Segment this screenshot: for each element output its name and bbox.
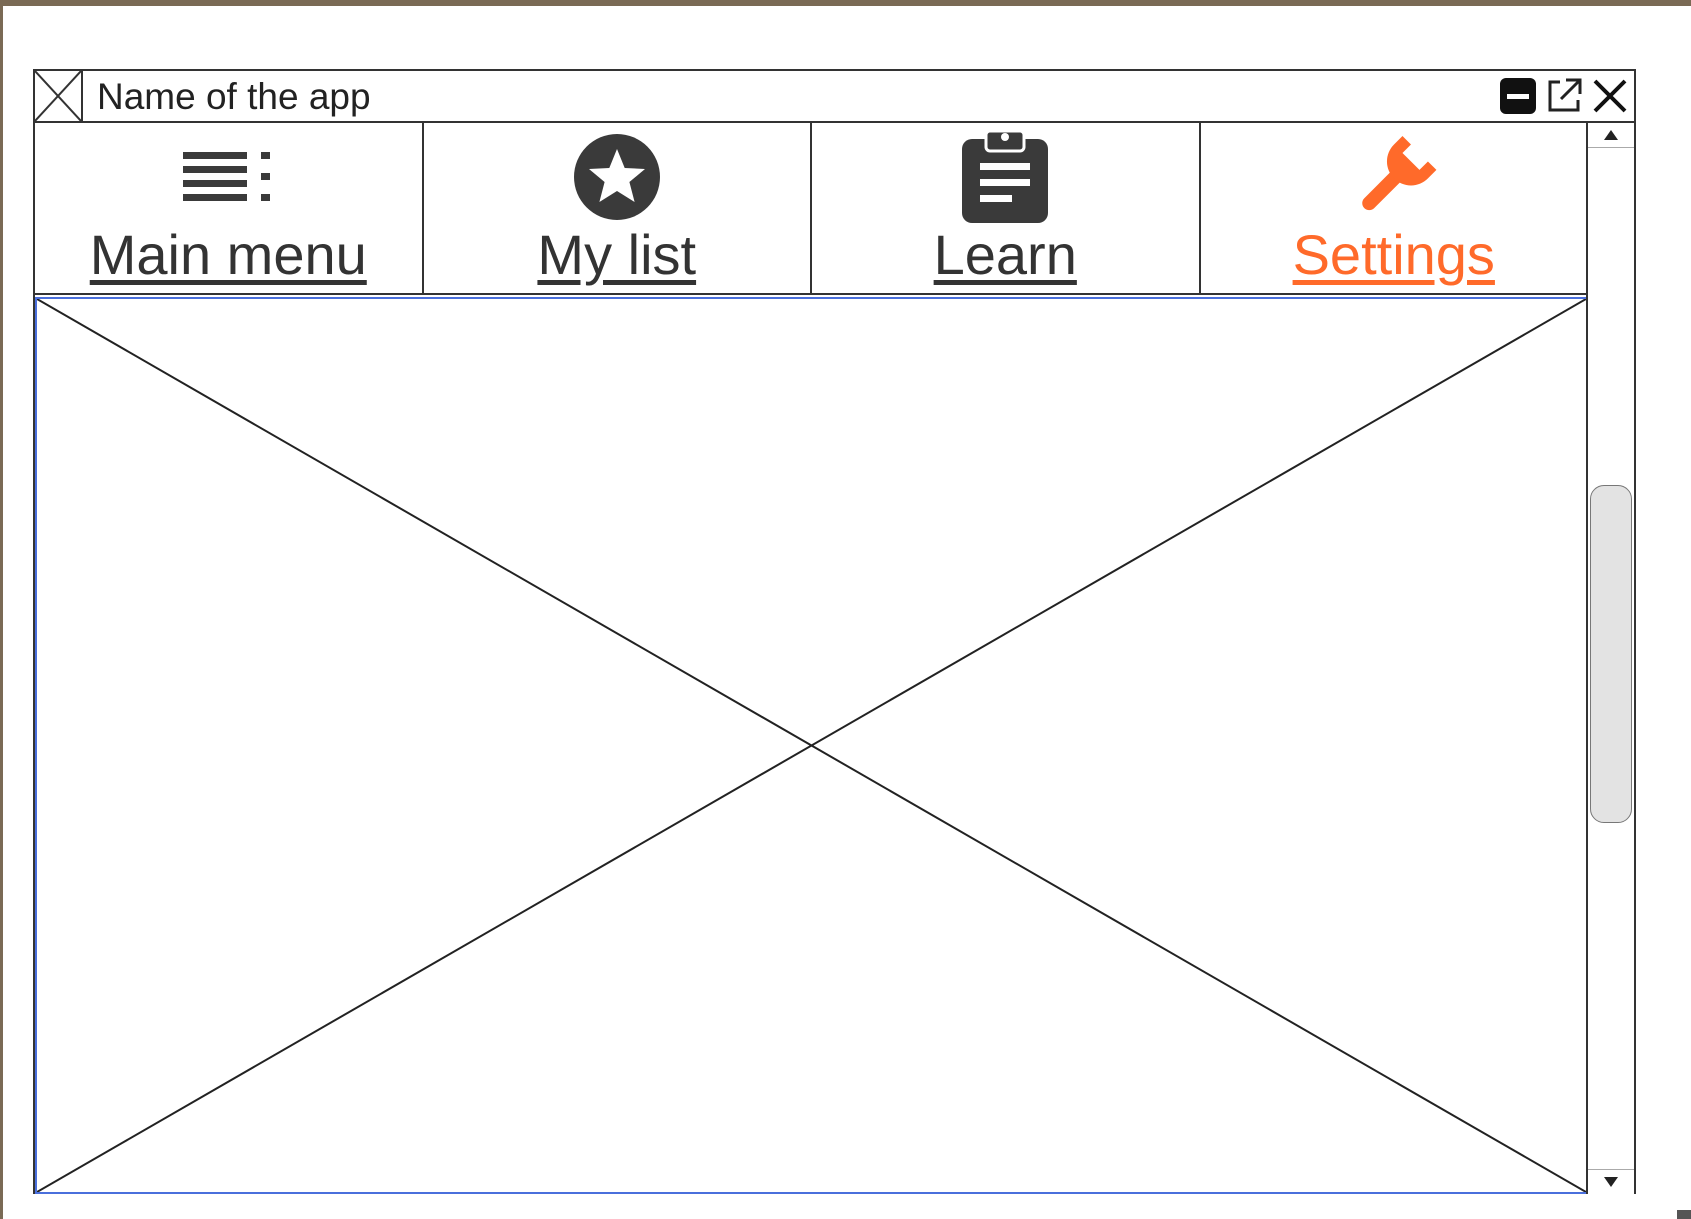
close-icon[interactable] <box>1590 76 1630 116</box>
minimize-icon[interactable] <box>1498 76 1538 116</box>
clipboard-icon <box>812 129 1199 223</box>
vertical-scrollbar[interactable] <box>1586 123 1634 1194</box>
window-controls <box>1498 75 1630 117</box>
nav-label-learn: Learn <box>933 223 1077 286</box>
left-rule <box>0 6 3 1219</box>
window-title: Name of the app <box>97 76 371 117</box>
title-bar: Name of the app <box>35 71 1634 123</box>
nav-label-my-list: My list <box>537 223 697 286</box>
top-rule <box>0 0 1691 6</box>
scroll-down-arrow-icon[interactable] <box>1588 1169 1634 1194</box>
nav-item-settings[interactable]: Settings <box>1201 123 1588 293</box>
nav-item-learn[interactable]: Learn <box>812 123 1201 293</box>
app-window: Name of the app Main menu My list Learn … <box>33 69 1636 1194</box>
app-icon <box>35 71 83 121</box>
image-placeholder <box>35 297 1588 1194</box>
popout-icon[interactable] <box>1544 76 1584 116</box>
star-circle-icon <box>424 131 811 223</box>
wrench-icon <box>1201 131 1588 223</box>
scroll-up-arrow-icon[interactable] <box>1588 123 1634 148</box>
list-menu-icon <box>35 131 422 223</box>
nav-item-my-list[interactable]: My list <box>424 123 812 293</box>
nav-item-main-menu[interactable]: Main menu <box>35 123 424 293</box>
corner-mark <box>1677 1210 1691 1219</box>
nav-label-settings: Settings <box>1292 223 1495 286</box>
nav-bar: Main menu My list Learn Settings <box>35 123 1587 295</box>
nav-label-main-menu: Main menu <box>89 223 367 286</box>
scroll-thumb[interactable] <box>1590 485 1632 823</box>
